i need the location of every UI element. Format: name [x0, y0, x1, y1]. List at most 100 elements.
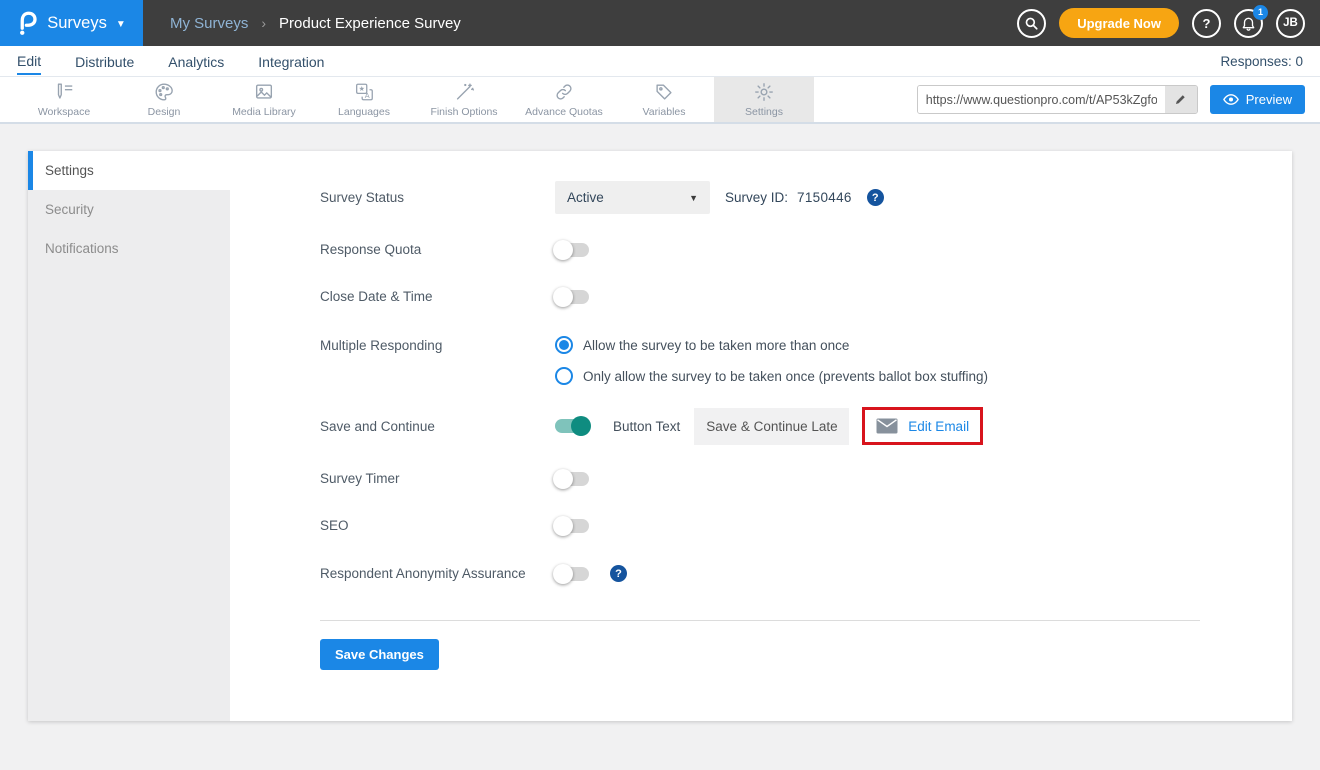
anonymity-row: Respondent Anonymity Assurance ? — [320, 565, 1292, 582]
edit-url-button[interactable] — [1165, 86, 1197, 113]
survey-id-label: Survey ID: — [725, 190, 788, 205]
save-continue-label: Save and Continue — [320, 419, 555, 434]
breadcrumb-my-surveys[interactable]: My Surveys — [170, 15, 248, 32]
toolbar-item-advance-quotas[interactable]: Advance Quotas — [514, 77, 614, 122]
close-date-toggle[interactable] — [555, 290, 589, 304]
save-changes-button[interactable]: Save Changes — [320, 639, 439, 670]
edit-email-link[interactable]: Edit Email — [908, 419, 969, 434]
survey-id-help-icon[interactable]: ? — [867, 189, 884, 206]
seo-label: SEO — [320, 518, 555, 533]
survey-url-box — [917, 85, 1198, 114]
breadcrumb: My Surveys › Product Experience Survey — [170, 0, 461, 46]
responses-count: Responses: 0 — [1220, 54, 1303, 69]
survey-timer-label: Survey Timer — [320, 471, 555, 486]
questionpro-logo-icon — [17, 10, 38, 36]
survey-status-select[interactable]: Active ▼ — [555, 181, 710, 214]
avatar-initials: JB — [1283, 17, 1298, 29]
settings-icon — [752, 81, 776, 103]
close-date-label: Close Date & Time — [320, 289, 555, 304]
tab-distribute[interactable]: Distribute — [75, 49, 134, 74]
save-continue-row: Save and Continue Button Text Edit Email — [320, 407, 1292, 445]
toolbar-item-languages[interactable]: ★ A Languages — [314, 77, 414, 122]
multiple-responding-options: Allow the survey to be taken more than o… — [555, 336, 988, 385]
preview-button[interactable]: Preview — [1210, 85, 1305, 114]
top-header: Surveys ▼ My Surveys › Product Experienc… — [0, 0, 1320, 46]
finish-options-icon — [452, 81, 476, 103]
survey-id-value: 7150446 — [797, 190, 852, 205]
toolbar-item-design[interactable]: Design — [114, 77, 214, 122]
brand-label: Surveys — [47, 14, 107, 33]
sidebar-item-notifications[interactable]: Notifications — [28, 229, 230, 268]
survey-url-input[interactable] — [918, 86, 1165, 113]
radio-unselected-icon — [555, 367, 573, 385]
sidebar-item-security[interactable]: Security — [28, 190, 230, 229]
toolbar-items: Workspace Design Media Library — [14, 77, 814, 122]
survey-timer-row: Survey Timer — [320, 471, 1292, 486]
avatar[interactable]: JB — [1276, 9, 1305, 38]
caret-down-icon: ▼ — [689, 193, 698, 203]
seo-toggle[interactable] — [555, 519, 589, 533]
survey-timer-toggle[interactable] — [555, 472, 589, 486]
toggle-knob — [553, 564, 573, 584]
anonymity-toggle[interactable] — [555, 567, 589, 581]
multiple-responding-row: Multiple Responding Allow the survey to … — [320, 336, 1292, 385]
tab-analytics[interactable]: Analytics — [168, 49, 224, 74]
radio-selected-icon — [555, 336, 573, 354]
toolbar-right: Preview — [917, 77, 1305, 122]
main-area: Settings Security Notifications Survey S… — [0, 124, 1320, 721]
radio-option-multiple[interactable]: Allow the survey to be taken more than o… — [555, 336, 988, 354]
header-actions: Upgrade Now ? 1 JB — [1017, 0, 1305, 46]
sidebar-item-settings[interactable]: Settings — [28, 151, 230, 190]
anonymity-label: Respondent Anonymity Assurance — [320, 566, 555, 581]
variables-icon — [652, 81, 676, 103]
product-switcher[interactable]: Surveys ▼ — [0, 0, 143, 46]
edit-toolbar: Workspace Design Media Library — [0, 77, 1320, 124]
button-text-input[interactable] — [694, 408, 849, 445]
design-icon — [152, 81, 176, 103]
advance-quotas-icon — [552, 81, 576, 103]
toolbar-item-workspace[interactable]: Workspace — [14, 77, 114, 122]
multiple-responding-label: Multiple Responding — [320, 336, 555, 353]
chevron-down-icon: ▼ — [116, 19, 126, 30]
notification-badge: 1 — [1253, 5, 1268, 20]
anonymity-help-icon[interactable]: ? — [610, 565, 627, 582]
breadcrumb-separator-icon: › — [261, 15, 266, 31]
search-icon — [1024, 16, 1039, 31]
section-divider — [320, 620, 1200, 621]
save-continue-toggle[interactable] — [555, 419, 589, 433]
toggle-knob — [553, 240, 573, 260]
close-date-row: Close Date & Time — [320, 289, 1292, 304]
svg-text:A: A — [365, 91, 370, 100]
media-library-icon — [252, 81, 276, 103]
languages-icon: ★ A — [352, 81, 376, 103]
button-text-label: Button Text — [613, 419, 680, 434]
toolbar-item-variables[interactable]: Variables — [614, 77, 714, 122]
toolbar-item-finish-options[interactable]: Finish Options — [414, 77, 514, 122]
toggle-knob — [553, 469, 573, 489]
toggle-knob — [553, 516, 573, 536]
workspace-icon — [52, 81, 76, 103]
response-quota-toggle[interactable] — [555, 243, 589, 257]
page-title: Product Experience Survey — [279, 15, 461, 32]
toggle-knob — [553, 287, 573, 307]
tab-edit[interactable]: Edit — [17, 48, 41, 75]
radio-option-once[interactable]: Only allow the survey to be taken once (… — [555, 367, 988, 385]
search-button[interactable] — [1017, 9, 1046, 38]
upgrade-now-button[interactable]: Upgrade Now — [1059, 8, 1179, 38]
bell-icon — [1241, 15, 1256, 31]
response-quota-row: Response Quota — [320, 242, 1292, 257]
notifications-button[interactable]: 1 — [1234, 9, 1263, 38]
pencil-icon — [1174, 93, 1187, 106]
edit-email-highlight: Edit Email — [862, 407, 983, 445]
tab-integration[interactable]: Integration — [258, 49, 324, 74]
help-button[interactable]: ? — [1192, 9, 1221, 38]
toolbar-item-media-library[interactable]: Media Library — [214, 77, 314, 122]
survey-nav: Edit Distribute Analytics Integration Re… — [0, 46, 1320, 77]
survey-status-label: Survey Status — [320, 190, 555, 205]
settings-sidebar: Settings Security Notifications — [28, 151, 230, 721]
settings-content: Survey Status Active ▼ Survey ID: 715044… — [230, 151, 1292, 721]
survey-status-value: Active — [567, 190, 604, 205]
toggle-knob — [571, 416, 591, 436]
toolbar-item-settings[interactable]: Settings — [714, 77, 814, 122]
question-mark-icon: ? — [1203, 16, 1211, 31]
